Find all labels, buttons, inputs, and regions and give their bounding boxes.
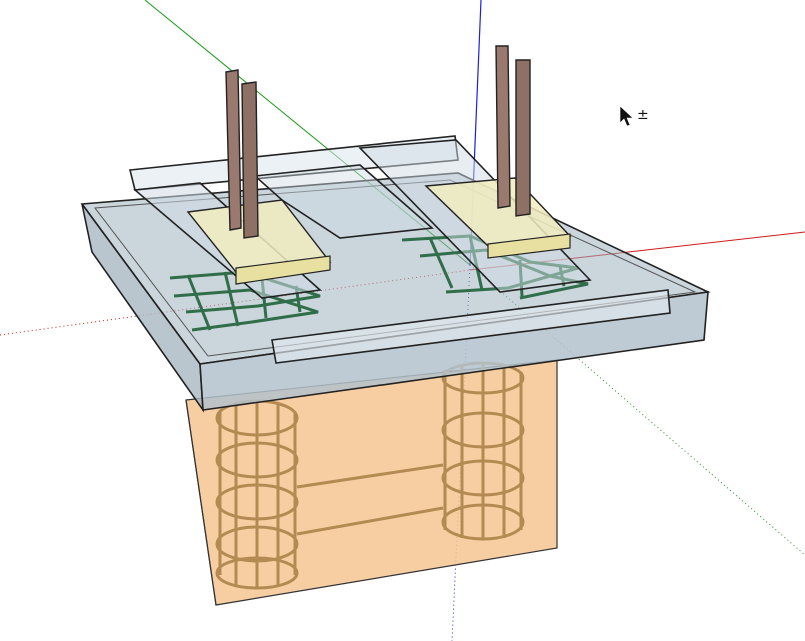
cursor-modifier: ± (637, 107, 649, 123)
column-left-b[interactable] (241, 81, 259, 239)
3d-scene[interactable] (0, 0, 805, 641)
modeling-viewport[interactable]: ± (0, 0, 805, 641)
column-right-b[interactable] (515, 59, 531, 217)
column-right-a[interactable] (495, 45, 511, 209)
